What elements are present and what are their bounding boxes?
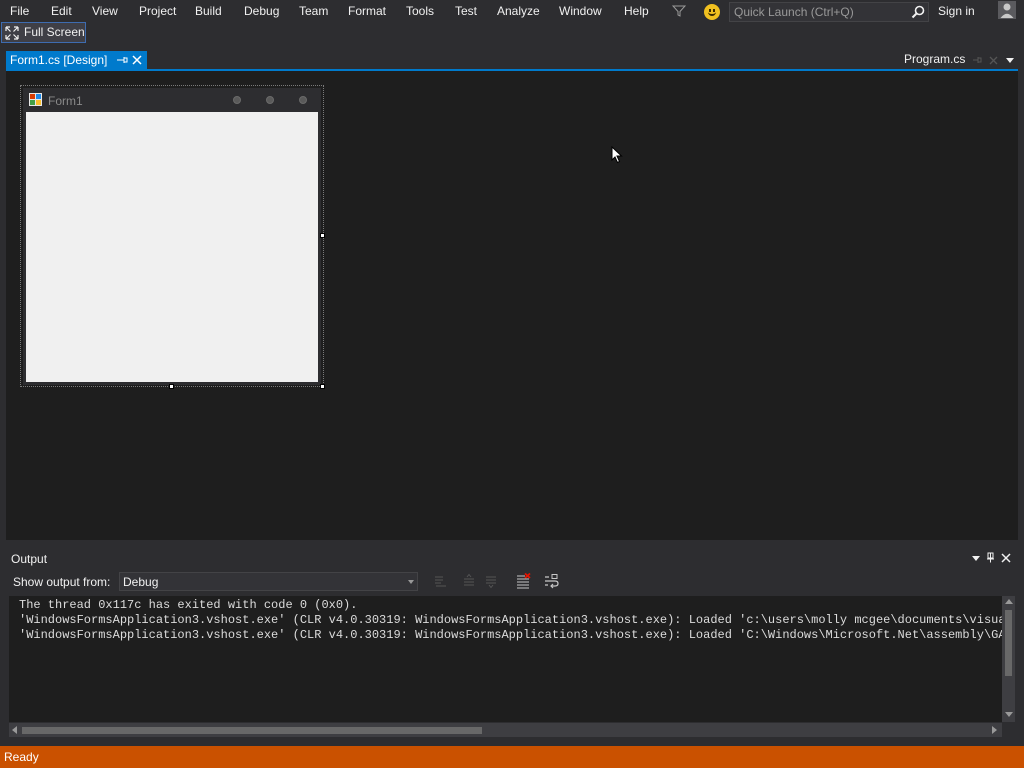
menu-window[interactable]: Window [559,2,602,20]
menu-build[interactable]: Build [195,2,222,20]
close-icon [299,96,307,104]
menu-analyze[interactable]: Analyze [497,2,540,20]
pin-icon[interactable] [972,55,982,65]
pin-icon[interactable] [116,54,128,66]
designer-surface[interactable]: Form1 [6,71,1018,540]
output-panel: Output Show output from: Debug The threa… [6,548,1018,742]
output-line: The thread 0x117c has exited with code 0… [19,598,358,612]
form1-window[interactable]: Form1 [23,88,321,385]
resize-grip-right[interactable] [320,233,325,238]
horizontal-scroll-thumb[interactable] [22,727,482,734]
search-icon[interactable] [911,5,925,19]
resize-grip-corner[interactable] [320,384,325,389]
minimize-icon [233,96,241,104]
tab-form1-design-label: Form1.cs [Design] [10,53,108,67]
pin-icon[interactable] [985,552,996,563]
maximize-icon [266,96,274,104]
form-app-icon [29,93,42,106]
sign-in-link[interactable]: Sign in [938,2,975,20]
menu-debug[interactable]: Debug [244,2,279,20]
menu-test[interactable]: Test [455,2,477,20]
fullscreen-icon [5,26,19,40]
output-line: 'WindowsFormsApplication3.vshost.exe' (C… [19,613,1002,627]
status-bar: Ready [0,746,1024,768]
chevron-down-icon [408,580,414,584]
form1-titlebar: Form1 [23,88,321,112]
mouse-cursor-icon [611,146,623,164]
full-screen-label: Full Screen [24,25,85,39]
scroll-up-icon[interactable] [1005,599,1013,604]
status-text: Ready [4,750,39,764]
menu-edit[interactable]: Edit [51,2,72,20]
output-text-area[interactable]: The thread 0x117c has exited with code 0… [9,596,1002,722]
form1-title: Form1 [48,94,83,108]
scroll-left-icon[interactable] [12,726,17,734]
scroll-right-icon[interactable] [992,726,997,734]
output-line: 'WindowsFormsApplication3.vshost.exe' (C… [19,628,1002,642]
output-panel-title: Output [11,552,48,566]
close-icon[interactable] [1001,553,1011,563]
smiley-icon[interactable] [704,4,720,20]
vertical-scroll-thumb[interactable] [1005,610,1012,676]
toggle-word-wrap-icon[interactable] [544,573,560,589]
go-to-next-message-icon[interactable] [484,573,500,589]
menu-view[interactable]: View [92,2,118,20]
quick-launch-input[interactable] [734,4,904,20]
clear-all-icon[interactable] [515,573,531,589]
horizontal-scrollbar[interactable] [9,723,1002,737]
close-icon[interactable] [989,56,998,65]
show-output-from-label: Show output from: [13,575,111,589]
document-tab-well: Form1.cs [Design] [0,50,1024,70]
menu-tools[interactable]: Tools [406,2,434,20]
chevron-down-icon[interactable] [972,556,980,561]
menu-team[interactable]: Team [299,2,328,20]
tab-overflow-dropdown-icon[interactable] [1006,58,1014,63]
resize-grip-bottom[interactable] [169,384,174,389]
menu-help[interactable]: Help [624,2,649,20]
menu-file[interactable]: File [10,2,29,20]
scroll-down-icon[interactable] [1005,712,1013,717]
tab-program-cs[interactable]: Program.cs [904,52,965,66]
full-screen-button[interactable]: Full Screen [1,22,86,43]
vertical-scrollbar[interactable] [1002,596,1015,722]
menu-project[interactable]: Project [139,2,176,20]
tab-form1-design[interactable]: Form1.cs [Design] [6,51,147,70]
filter-icon[interactable] [672,4,686,18]
toolbar: Full Screen [0,22,1024,44]
close-icon[interactable] [132,55,142,65]
quick-launch-box[interactable] [729,2,929,22]
form1-client-area[interactable] [26,112,318,382]
find-message-icon[interactable] [433,573,449,589]
go-to-previous-message-icon[interactable] [462,573,478,589]
panel-splitter[interactable] [6,540,1018,548]
output-source-value: Debug [123,575,159,589]
account-icon[interactable] [998,1,1016,19]
menu-bar: File Edit View Project Build Debug Team … [0,0,1024,22]
output-source-select[interactable]: Debug [119,572,418,591]
menu-format[interactable]: Format [348,2,386,20]
